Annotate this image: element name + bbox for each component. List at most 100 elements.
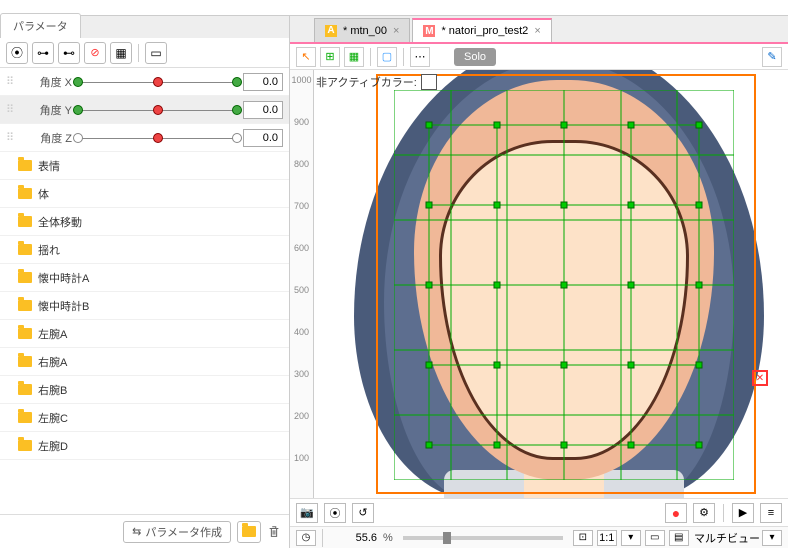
- mesh-handle[interactable]: [494, 442, 500, 448]
- cycle-icon[interactable]: ⦿: [6, 42, 28, 64]
- folder-row[interactable]: 左腕C: [0, 404, 289, 432]
- drag-handle-icon[interactable]: ⠿: [6, 75, 16, 88]
- inactive-color-swatch[interactable]: [421, 74, 437, 90]
- slider-key[interactable]: [73, 105, 83, 115]
- clock-icon[interactable]: ◷: [296, 530, 316, 546]
- zoom-ratio-button[interactable]: 1:1: [597, 530, 617, 546]
- mesh-handle[interactable]: [696, 122, 702, 128]
- slider-key[interactable]: [153, 77, 163, 87]
- zoom-slider[interactable]: [403, 536, 563, 540]
- parameter-row[interactable]: ⠿角度 Z: [0, 124, 289, 152]
- mesh-handle[interactable]: [494, 362, 500, 368]
- mesh-handle[interactable]: [426, 362, 432, 368]
- slider-key[interactable]: [73, 77, 83, 87]
- mesh-handle[interactable]: [561, 442, 567, 448]
- parameter-slider[interactable]: [78, 74, 237, 90]
- mesh-handle[interactable]: [628, 202, 634, 208]
- mesh-handle[interactable]: [628, 122, 634, 128]
- slider-key[interactable]: [232, 105, 242, 115]
- keys-3-icon[interactable]: ⊷: [58, 42, 80, 64]
- folder-row[interactable]: 左腕A: [0, 320, 289, 348]
- keys-grid-icon[interactable]: ▦: [110, 42, 132, 64]
- mesh-handle[interactable]: [426, 442, 432, 448]
- list-icon[interactable]: ≡: [760, 503, 782, 523]
- zoom-fit-icon[interactable]: ⊡: [573, 530, 593, 546]
- tool-misc-icon[interactable]: ⋯: [410, 47, 430, 67]
- parameter-slider[interactable]: [78, 102, 237, 118]
- zoom-value[interactable]: 55.6: [329, 532, 379, 544]
- camera-icon[interactable]: 📷: [296, 503, 318, 523]
- parameter-value-input[interactable]: [243, 129, 283, 147]
- new-folder-button[interactable]: [237, 521, 261, 543]
- zoom-slider-thumb[interactable]: [443, 532, 451, 544]
- slider-key[interactable]: [153, 133, 163, 143]
- solo-toggle[interactable]: Solo: [454, 48, 496, 66]
- tool-mesh-icon[interactable]: ⊞: [320, 47, 340, 67]
- mesh-handle[interactable]: [426, 122, 432, 128]
- canvas-viewport[interactable]: 非アクティブカラー: 10009008007006005004003002001…: [290, 70, 788, 498]
- keys-clamp-icon[interactable]: ▭: [145, 42, 167, 64]
- mesh-handle[interactable]: [561, 122, 567, 128]
- mesh-handle[interactable]: [628, 442, 634, 448]
- tool-rect-icon[interactable]: ▢: [377, 47, 397, 67]
- snapshot-icon[interactable]: ⦿: [324, 503, 346, 523]
- mesh-handle[interactable]: [696, 282, 702, 288]
- slider-key[interactable]: [232, 133, 242, 143]
- mesh-handle[interactable]: [561, 202, 567, 208]
- drag-handle-icon[interactable]: ⠿: [6, 103, 16, 116]
- folder-row[interactable]: 右腕A: [0, 348, 289, 376]
- drag-handle-icon[interactable]: ⠿: [6, 131, 16, 144]
- play-button[interactable]: ▶: [732, 503, 754, 523]
- close-icon[interactable]: ×: [534, 25, 540, 37]
- mesh-handle[interactable]: [696, 442, 702, 448]
- tool-move-icon[interactable]: ↖: [296, 47, 316, 67]
- parameter-slider[interactable]: [78, 130, 237, 146]
- mesh-handle[interactable]: [494, 282, 500, 288]
- view-a-icon[interactable]: ▭: [645, 530, 665, 546]
- record-button[interactable]: ●: [665, 503, 687, 523]
- mesh-handle[interactable]: [561, 362, 567, 368]
- parameter-row[interactable]: ⠿角度 Y: [0, 96, 289, 124]
- keys-2-icon[interactable]: ⊶: [32, 42, 54, 64]
- keys-disable-icon[interactable]: ⊘: [84, 42, 106, 64]
- mesh-handle[interactable]: [494, 122, 500, 128]
- mesh-handle[interactable]: [561, 282, 567, 288]
- folder-row[interactable]: 全体移動: [0, 208, 289, 236]
- panel-tab-parameters[interactable]: パラメータ: [0, 13, 81, 38]
- folder-row[interactable]: 右腕B: [0, 376, 289, 404]
- folder-row[interactable]: 左腕D: [0, 432, 289, 460]
- folder-row[interactable]: 揺れ: [0, 236, 289, 264]
- mesh-handle[interactable]: [426, 282, 432, 288]
- mesh-handle[interactable]: [628, 282, 634, 288]
- deform-mesh[interactable]: [394, 90, 734, 480]
- mesh-handle[interactable]: [696, 202, 702, 208]
- document-tab[interactable]: M* natori_pro_test2×: [412, 18, 551, 42]
- folder-row[interactable]: 懐中時計B: [0, 292, 289, 320]
- trash-button[interactable]: [267, 525, 281, 539]
- gear-icon[interactable]: ⚙: [693, 503, 715, 523]
- mesh-handle[interactable]: [426, 202, 432, 208]
- tool-pen-icon[interactable]: ✎: [762, 47, 782, 67]
- folder-label: 左腕A: [38, 326, 67, 342]
- parameter-row[interactable]: ⠿角度 X: [0, 68, 289, 96]
- folder-row[interactable]: 表情: [0, 152, 289, 180]
- parameter-value-input[interactable]: [243, 73, 283, 91]
- document-tab[interactable]: A* mtn_00×: [314, 18, 410, 42]
- camera-reset-icon[interactable]: ↺: [352, 503, 374, 523]
- parameter-value-input[interactable]: [243, 101, 283, 119]
- slider-key[interactable]: [153, 105, 163, 115]
- slider-key[interactable]: [232, 77, 242, 87]
- mesh-handle[interactable]: [696, 362, 702, 368]
- mesh-handle[interactable]: [628, 362, 634, 368]
- close-icon[interactable]: ×: [393, 25, 399, 37]
- dropdown-icon[interactable]: ▾: [621, 530, 641, 546]
- tool-grid-icon[interactable]: ▦: [344, 47, 364, 67]
- folder-row[interactable]: 懐中時計A: [0, 264, 289, 292]
- folder-row[interactable]: 体: [0, 180, 289, 208]
- delete-button[interactable]: ✕: [752, 370, 768, 386]
- slider-key[interactable]: [73, 133, 83, 143]
- multiview-dropdown[interactable]: ▾: [762, 530, 782, 546]
- create-parameter-button[interactable]: ⇆ パラメータ作成: [123, 521, 231, 543]
- mesh-handle[interactable]: [494, 202, 500, 208]
- view-b-icon[interactable]: ▤: [669, 530, 689, 546]
